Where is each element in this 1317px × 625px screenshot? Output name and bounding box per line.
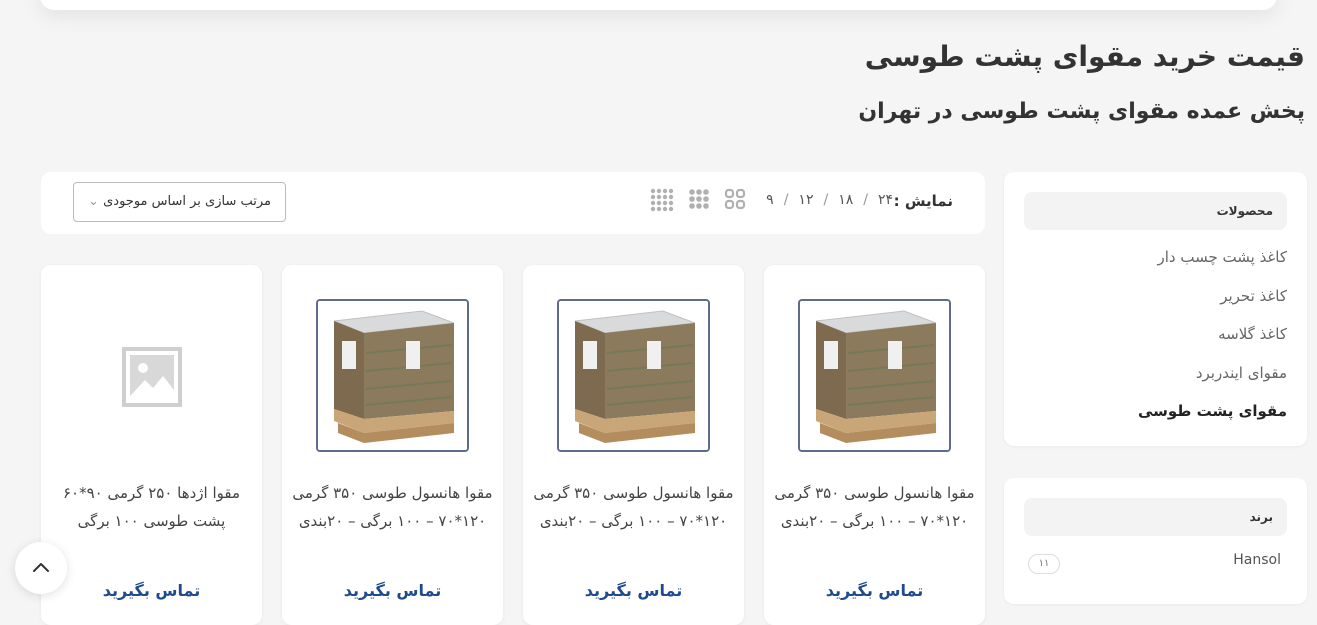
chevron-up-icon (33, 563, 49, 572)
product-title[interactable]: مقوا اژدها ۲۵۰ گرمی ۹۰*۶۰ پشت طوسی ۱۰۰ ب… (51, 479, 252, 535)
product-title[interactable]: مقوا هانسول طوسی ۳۵۰ گرمی ۱۲۰*۷۰ – ۱۰۰ ب… (774, 479, 975, 535)
per-page-option-12[interactable]: ۱۲ (798, 192, 813, 208)
shop-toolbar: نمایش : ۹/۱۲/۱۸/۲۴ مرتب سازی بر اساس موج… (41, 172, 985, 234)
categories-widget: محصولات کاغذ پشت چسب دار کاغذ تحریر کاغذ… (1004, 172, 1307, 446)
brand-name: Hansol (1233, 552, 1281, 568)
categories-title: محصولات (1024, 192, 1287, 230)
product-card[interactable]: مقوا هانسول طوسی ۳۵۰ گرمی ۱۲۰*۷۰ – ۱۰۰ ب… (282, 265, 503, 625)
image-placeholder-icon[interactable] (121, 346, 183, 408)
category-item-grey-back-board[interactable]: مقوای پشت طوسی (1138, 398, 1287, 437)
grid-2-icon[interactable] (724, 188, 746, 210)
per-page-option-24[interactable]: ۲۴ (878, 192, 893, 208)
call-us-button[interactable]: تماس بگیرید (764, 581, 985, 600)
product-card[interactable]: مقوا اژدها ۲۵۰ گرمی ۹۰*۶۰ پشت طوسی ۱۰۰ ب… (41, 265, 262, 625)
category-item-writing-paper[interactable]: کاغذ تحریر (1138, 283, 1287, 322)
grid-4-icon[interactable] (650, 188, 674, 212)
category-item-inderboard[interactable]: مقوای ایندربرد (1138, 360, 1287, 399)
site-header-bar (40, 0, 1277, 10)
brand-count-badge: ۱۱ (1028, 554, 1060, 574)
product-card[interactable]: مقوا هانسول طوسی ۳۵۰ گرمی ۱۲۰*۷۰ – ۱۰۰ ب… (764, 265, 985, 625)
call-us-button[interactable]: تماس بگیرید (41, 581, 262, 600)
product-card[interactable]: مقوا هانسول طوسی ۳۵۰ گرمی ۱۲۰*۷۰ – ۱۰۰ ب… (523, 265, 744, 625)
call-us-button[interactable]: تماس بگیرید (523, 581, 744, 600)
product-image-pallet[interactable] (557, 299, 710, 452)
separator: / (863, 192, 868, 208)
brand-item-hansol[interactable]: Hansol ۱۱ (1024, 550, 1287, 574)
brand-widget: برند Hansol ۱۱ (1004, 478, 1307, 604)
page-subtitle: پخش عمده مقوای پشت طوسی در تهران (858, 99, 1305, 124)
product-image-pallet[interactable] (798, 299, 951, 452)
category-item-glossy-paper[interactable]: کاغذ گلاسه (1138, 321, 1287, 360)
page-title: قیمت خرید مقوای پشت طوسی (864, 40, 1305, 73)
sort-select-value: مرتب سازی بر اساس موجودی (103, 194, 271, 209)
category-list: کاغذ پشت چسب دار کاغذ تحریر کاغذ گلاسه م… (1138, 244, 1287, 437)
separator: / (823, 192, 829, 208)
product-title[interactable]: مقوا هانسول طوسی ۳۵۰ گرمی ۱۲۰*۷۰ – ۱۰۰ ب… (533, 479, 734, 535)
view-switcher (648, 188, 788, 214)
product-title[interactable]: مقوا هانسول طوسی ۳۵۰ گرمی ۱۲۰*۷۰ – ۱۰۰ ب… (292, 479, 493, 535)
grid-3-icon[interactable] (688, 188, 710, 210)
pallet-image (800, 301, 949, 450)
brand-title: برند (1024, 498, 1287, 536)
call-us-button[interactable]: تماس بگیرید (282, 581, 503, 600)
per-page-option-18[interactable]: ۱۸ (838, 192, 853, 208)
chevron-down-icon: ⌄ (88, 194, 99, 209)
pallet-image (559, 301, 708, 450)
category-item-sticker-paper[interactable]: کاغذ پشت چسب دار (1138, 244, 1288, 283)
product-image-pallet[interactable] (316, 299, 469, 452)
sort-select[interactable]: مرتب سازی بر اساس موجودی ⌄ (73, 182, 286, 222)
pallet-image (318, 301, 467, 450)
scroll-top-button[interactable] (15, 542, 67, 594)
per-page-label: نمایش : (893, 192, 953, 210)
